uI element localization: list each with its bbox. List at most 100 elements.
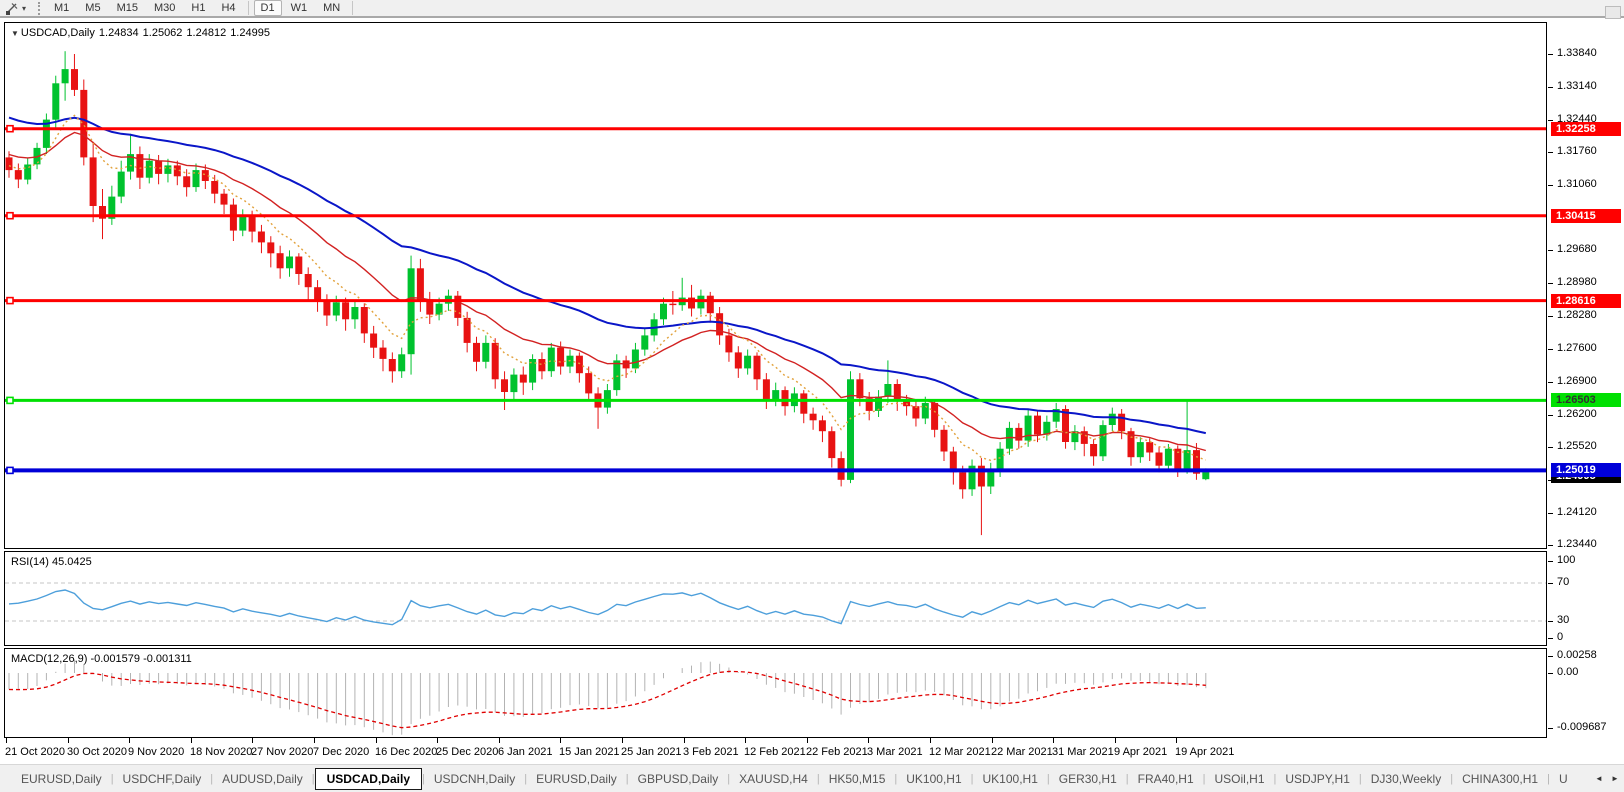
ohlc-low: 1.24812	[186, 27, 227, 39]
date-tick	[930, 738, 931, 743]
timeframe-button-h4[interactable]: H4	[214, 0, 242, 16]
chart-tab-dj30-weekly[interactable]: DJ30,Weekly	[1362, 769, 1450, 789]
collapse-triangle-icon[interactable]: ▼	[11, 29, 19, 38]
price-axis[interactable]: 1.33840 1.33140 1.32440 1.31760 1.31060 1.296…	[1547, 0, 1624, 763]
chart-tab-fra40-h1[interactable]: FRA40,H1	[1129, 769, 1203, 789]
rsi-tick	[1548, 583, 1553, 584]
date-label: 3 Mar 2021	[867, 746, 923, 758]
price-tick	[1548, 283, 1553, 284]
rsi-panel[interactable]: RSI(14) 45.0425	[4, 551, 1547, 646]
timeframe-button-h1[interactable]: H1	[184, 0, 212, 16]
ohlc-close: 1.24995	[230, 27, 270, 39]
date-tick	[807, 738, 808, 743]
date-tick	[1053, 738, 1054, 743]
date-tick	[191, 738, 192, 743]
chart-tab-gbpusd-daily[interactable]: GBPUSD,Daily	[629, 769, 728, 789]
date-label: 12 Feb 2021	[744, 746, 806, 758]
timeframe-button-m15[interactable]: M15	[110, 0, 145, 16]
date-tick	[376, 738, 377, 743]
date-tick	[745, 738, 746, 743]
price-tick	[1548, 382, 1553, 383]
chart-tab-ger30-h1[interactable]: GER30,H1	[1050, 769, 1126, 789]
mt4-terminal: { "toolbar": { "tool_icon": "crosshair-d…	[0, 0, 1624, 792]
date-tick	[1115, 738, 1116, 743]
timeframe-button-m5[interactable]: M5	[78, 0, 107, 16]
chart-tab-eurusd-daily[interactable]: EURUSD,Daily	[527, 769, 626, 789]
hline-price-label: 1.30415	[1551, 209, 1621, 223]
rsi-tick-label: 0	[1557, 631, 1564, 643]
macd-tick-label: 0.00	[1557, 666, 1579, 678]
chart-tab-uk100-h1[interactable]: UK100,H1	[974, 769, 1047, 789]
chart-title: ▼ USDCAD,Daily 1.24834 1.25062 1.24812 1.2499…	[11, 27, 274, 39]
macd-panel[interactable]: MACD(12,26,9) -0.001579 -0.001311	[4, 648, 1547, 738]
candlestick-chart[interactable]	[5, 23, 1546, 548]
date-axis[interactable]: 21 Oct 2020 30 Oct 2020 9 Nov 2020 18 Nov 2…	[0, 738, 1547, 763]
chevron-down-icon: ▾	[22, 3, 27, 13]
date-tick	[129, 738, 130, 743]
date-label: 19 Apr 2021	[1175, 746, 1235, 758]
chart-tab-usdcad-daily[interactable]: USDCAD,Daily	[314, 767, 422, 790]
ohlc-high: 1.25062	[142, 27, 183, 39]
toolbar-grip[interactable]	[38, 1, 41, 15]
tab-scroll-left-icon[interactable]: ◄	[1592, 771, 1606, 787]
price-tick-label: 1.25520	[1557, 440, 1597, 452]
date-tick	[499, 738, 500, 743]
price-tick	[1548, 185, 1553, 186]
date-label: 30 Oct 2020	[67, 746, 127, 758]
chart-tab-eurusd-daily[interactable]: EURUSD,Daily	[12, 769, 111, 789]
price-tick	[1548, 415, 1553, 416]
crosshair-draw-icon	[6, 2, 18, 15]
price-tick-label: 1.24120	[1557, 506, 1597, 518]
tab-scroll-right-icon[interactable]: ►	[1608, 771, 1622, 787]
rsi-tick	[1548, 561, 1553, 562]
chart-tab-usdcnh-daily[interactable]: USDCNH,Daily	[425, 769, 524, 789]
date-label: 9 Nov 2020	[128, 746, 185, 758]
main-chart-panel[interactable]: ▼ USDCAD,Daily 1.24834 1.25062 1.24812 1.2499…	[4, 22, 1547, 549]
date-label: 18 Nov 2020	[190, 746, 253, 758]
date-label: 31 Mar 2021	[1052, 746, 1114, 758]
chart-tab-u[interactable]: U	[1550, 769, 1577, 789]
rsi-chart	[5, 582, 1546, 626]
date-tick	[6, 738, 7, 743]
timeframe-button-w1[interactable]: W1	[284, 0, 315, 16]
chart-symbol: USDCAD,Daily	[20, 27, 95, 39]
price-tick	[1548, 87, 1553, 88]
chart-tab-usdchf-daily[interactable]: USDCHF,Daily	[114, 769, 211, 789]
chart-tab-usdjpy-h1[interactable]: USDJPY,H1	[1276, 769, 1358, 789]
toolbar-separator	[247, 1, 249, 15]
date-tick	[992, 738, 993, 743]
macd-tick-label: 0.00258	[1557, 649, 1597, 661]
chart-tab-hk50-m15[interactable]: HK50,M15	[820, 769, 895, 789]
chart-tab-china300-h1[interactable]: CHINA300,H1	[1453, 769, 1547, 789]
toolbar-separator	[352, 1, 354, 15]
date-label: 12 Mar 2021	[929, 746, 991, 758]
price-tick-label: 1.23440	[1557, 538, 1597, 550]
rsi-label: RSI(14) 45.0425	[11, 556, 92, 568]
date-tick	[437, 738, 438, 743]
draw-tool-button[interactable]: ▾	[0, 1, 30, 16]
chart-tab-audusd-daily[interactable]: AUDUSD,Daily	[213, 769, 312, 789]
price-tick	[1548, 349, 1553, 350]
price-tick-label: 1.33840	[1557, 47, 1597, 59]
timeframe-button-m30[interactable]: M30	[147, 0, 182, 16]
price-tick	[1548, 120, 1553, 121]
macd-tick	[1548, 673, 1553, 674]
price-tick-label: 1.33140	[1557, 80, 1597, 92]
timeframe-button-m1[interactable]: M1	[47, 0, 76, 16]
timeframe-button-d1[interactable]: D1	[253, 0, 282, 16]
price-tick-label: 1.28980	[1557, 276, 1597, 288]
chart-tab-uk100-h1[interactable]: UK100,H1	[897, 769, 970, 789]
chart-tab-xauusd-h4[interactable]: XAUUSD,H4	[730, 769, 817, 789]
date-label: 7 Dec 2020	[313, 746, 370, 758]
macd-tick	[1548, 728, 1553, 729]
rsi-tick	[1548, 621, 1553, 622]
date-tick	[622, 738, 623, 743]
price-tick-label: 1.31060	[1557, 178, 1597, 190]
chart-tab-usoil-h1[interactable]: USOil,H1	[1206, 769, 1274, 789]
price-tick-label: 1.28280	[1557, 309, 1597, 321]
macd-label: MACD(12,26,9) -0.001579 -0.001311	[11, 653, 192, 665]
timeframe-button-mn[interactable]: MN	[316, 0, 347, 16]
macd-tick-label: -0.009687	[1557, 721, 1607, 733]
price-tick-label: 1.26900	[1557, 375, 1597, 387]
price-tick	[1548, 54, 1553, 55]
